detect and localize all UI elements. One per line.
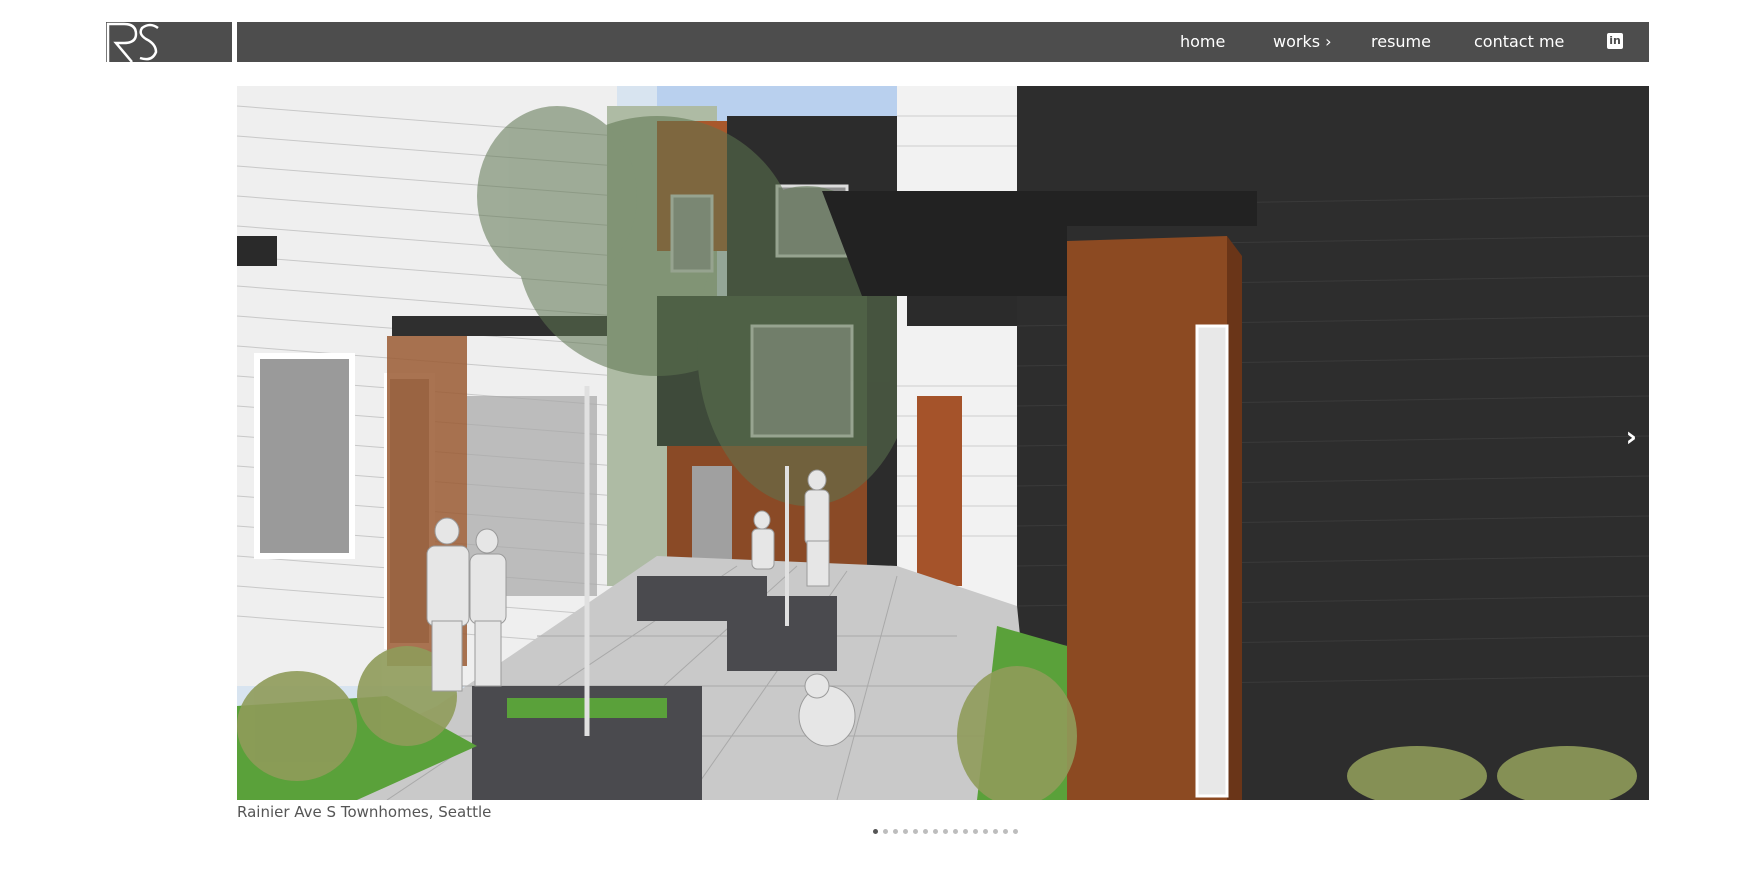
slide-dot[interactable] xyxy=(1013,829,1018,834)
linkedin-icon[interactable]: in xyxy=(1607,33,1623,49)
slide-dot[interactable] xyxy=(1003,829,1008,834)
nav-home[interactable]: home xyxy=(1180,22,1225,62)
slide-dot[interactable] xyxy=(933,829,938,834)
nav-contact[interactable]: contact me xyxy=(1474,22,1564,62)
slide-dot[interactable] xyxy=(943,829,948,834)
slide-dot[interactable] xyxy=(963,829,968,834)
logo-mark xyxy=(106,22,159,62)
slide-caption: Rainier Ave S Townhomes, Seattle xyxy=(237,803,492,821)
slide-dot[interactable] xyxy=(883,829,888,834)
slide-dot[interactable] xyxy=(903,829,908,834)
nav-resume[interactable]: resume xyxy=(1371,22,1431,62)
logo[interactable] xyxy=(106,22,232,62)
slide-dot[interactable] xyxy=(973,829,978,834)
slide-dot[interactable] xyxy=(893,829,898,834)
slide-pagination xyxy=(873,829,1018,834)
slideshow-image: › xyxy=(237,86,1649,800)
townhomes-rendering xyxy=(237,86,1649,800)
slide-dot[interactable] xyxy=(923,829,928,834)
slide-dot[interactable] xyxy=(993,829,998,834)
nav-works[interactable]: works › xyxy=(1273,22,1332,62)
slide-dot[interactable] xyxy=(873,829,878,834)
next-slide-button[interactable]: › xyxy=(1625,420,1637,453)
top-navbar: home works › resume contact me in xyxy=(237,22,1649,62)
slide-dot[interactable] xyxy=(983,829,988,834)
slide-dot[interactable] xyxy=(953,829,958,834)
slide-dot[interactable] xyxy=(913,829,918,834)
